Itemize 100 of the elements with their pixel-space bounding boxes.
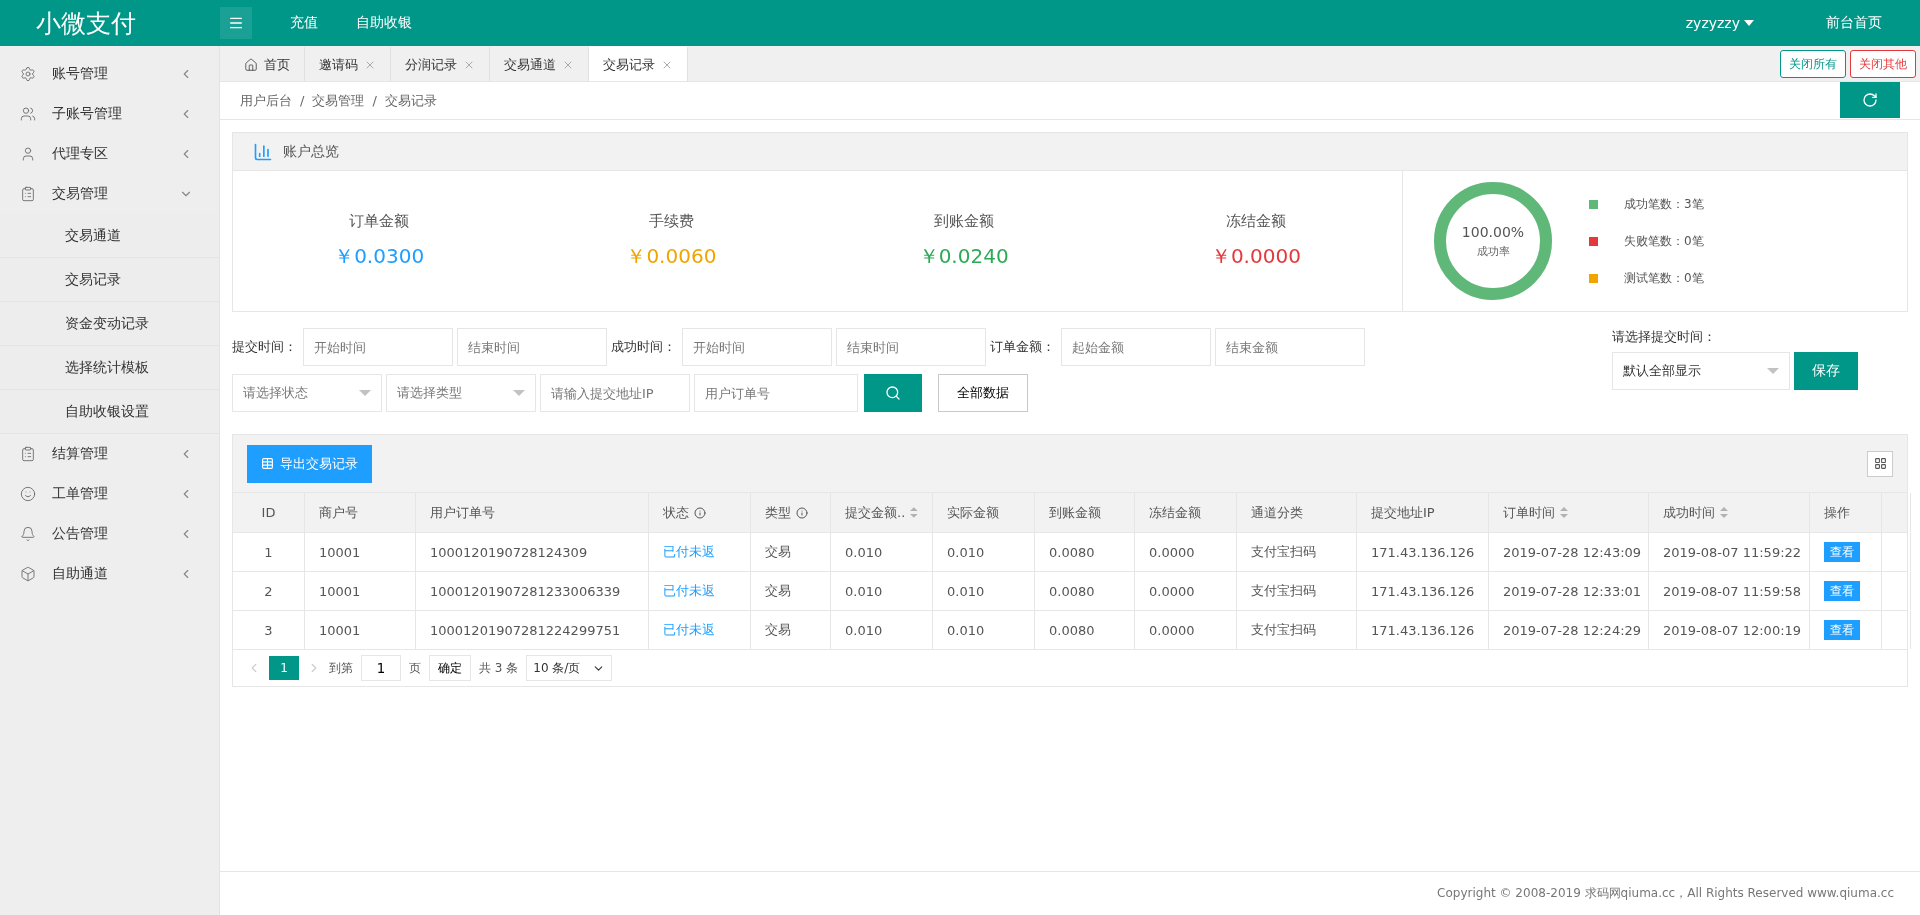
column-header: 提交金额..	[831, 493, 933, 532]
table-cell: 0.0000	[1135, 611, 1237, 649]
table-cell: 0.0000	[1135, 533, 1237, 571]
save-button[interactable]: 保存	[1794, 352, 1858, 390]
tab-label: 分润记录	[405, 55, 457, 74]
table-cell: 2019-08-07 11:59:22	[1649, 533, 1810, 571]
breadcrumb-link[interactable]: 交易管理	[312, 91, 365, 110]
time-select[interactable]: 默认全部显示	[1612, 352, 1790, 390]
table-cell: 171.43.136.126	[1357, 572, 1489, 610]
table-cell: 2019-07-28 12:24:29	[1489, 611, 1649, 649]
tab-label: 交易通道	[504, 55, 556, 74]
stat-value: ￥0.0240	[918, 243, 1009, 270]
sort-icon	[1560, 507, 1568, 518]
column-header: 操作	[1810, 493, 1882, 532]
column-header: 实际金额	[933, 493, 1035, 532]
legend-label: 测试笔数：0笔	[1624, 269, 1704, 287]
table-cell: 支付宝扫码	[1237, 572, 1357, 610]
nav-link[interactable]: 充值	[290, 14, 318, 32]
table-icon	[261, 457, 274, 470]
all-data-button[interactable]: 全部数据	[938, 374, 1028, 412]
breadcrumb-link[interactable]: 交易记录	[384, 91, 437, 110]
sidebar-item[interactable]: 账号管理	[0, 54, 219, 94]
table-cell: 2019-07-28 12:43:09	[1489, 533, 1649, 571]
confirm-button[interactable]: 确定	[429, 655, 471, 681]
column-header: 提交地址IP	[1357, 493, 1489, 532]
tab-label: 首页	[264, 55, 290, 74]
column-header: ID	[233, 493, 305, 532]
breadcrumb-separator: /	[372, 93, 377, 108]
table-cell: 0.010	[933, 611, 1035, 649]
table-cell: 交易	[751, 572, 831, 610]
bell-icon	[20, 526, 36, 542]
tab-label: 交易记录	[603, 55, 655, 74]
sidebar-item[interactable]: 结算管理	[0, 434, 219, 474]
table-cell: 1000120190728124309	[416, 533, 649, 571]
page-input[interactable]: 1	[361, 655, 401, 681]
filter-field[interactable]: 结束金额	[1215, 328, 1365, 366]
table-cell: 2019-07-28 12:33:01	[1489, 572, 1649, 610]
total-count: 共 3 条	[479, 659, 519, 677]
input-field[interactable]: 用户订单号	[694, 374, 858, 412]
goto-label: 到第	[329, 659, 353, 677]
input-field[interactable]: 请输入提交地址IP	[540, 374, 690, 412]
table-cell: 10001201907281224299751	[416, 611, 649, 649]
filter-field[interactable]: 结束时间	[457, 328, 607, 366]
column-header: 商户号	[305, 493, 416, 532]
table-cell: 0.0080	[1035, 533, 1135, 571]
gear-icon	[20, 66, 36, 82]
column-header: 冻结金额	[1135, 493, 1237, 532]
table-cell: 2019-08-07 11:59:58	[1649, 572, 1810, 610]
sidebar-item[interactable]: 子账号管理	[0, 94, 219, 134]
tab-action-button[interactable]: 关闭其他	[1850, 50, 1916, 78]
page-unit: 页	[409, 659, 421, 677]
user-icon	[20, 146, 36, 162]
table-cell: 1	[233, 533, 305, 571]
filter-field[interactable]: 开始时间	[682, 328, 832, 366]
breadcrumb-link[interactable]: 用户后台	[240, 91, 292, 110]
sidebar-item[interactable]: 代理专区	[0, 134, 219, 174]
home-icon	[244, 57, 258, 72]
sidebar-item[interactable]: 公告管理	[0, 514, 219, 554]
home-link[interactable]: 前台首页	[1826, 14, 1882, 32]
table-cell: 171.43.136.126	[1357, 533, 1489, 571]
filter-field[interactable]: 开始时间	[303, 328, 453, 366]
columns-button[interactable]	[1867, 450, 1893, 477]
tab-label: 邀请码	[319, 55, 358, 74]
tab-action-button[interactable]: 关闭所有	[1780, 50, 1846, 78]
filter-label: 请选择提交时间：	[1612, 328, 1717, 346]
panel-title: 账户总览	[283, 142, 339, 161]
table-cell: 0.0080	[1035, 572, 1135, 610]
column-header: 状态	[649, 493, 751, 532]
page-number[interactable]: 1	[269, 656, 299, 680]
table-cell: 10001	[305, 611, 416, 649]
filter-field[interactable]: 起始金额	[1061, 328, 1211, 366]
donut-caption: 成功率	[1476, 243, 1510, 259]
tab[interactable]: 交易记录	[589, 46, 688, 81]
sidebar-item[interactable]: 交易管理	[0, 174, 219, 214]
filter-label: 订单金额：	[990, 338, 1055, 356]
menu-button[interactable]	[220, 7, 252, 39]
info-icon	[694, 506, 706, 519]
stat-label: 到账金额	[933, 212, 994, 231]
user-menu[interactable]: zyzyzzy	[1685, 15, 1754, 31]
search-button[interactable]	[864, 374, 922, 412]
table-cell: 0.010	[831, 572, 933, 610]
select-field[interactable]: 请选择状态	[232, 374, 382, 412]
refresh-icon	[1862, 92, 1878, 108]
refresh-button[interactable]	[1840, 82, 1900, 118]
stat-value: ￥0.0000	[1210, 243, 1301, 270]
column-header: 到账金额	[1035, 493, 1135, 532]
sidebar-item[interactable]: 自助通道	[0, 554, 219, 594]
sidebar-item[interactable]: 工单管理	[0, 474, 219, 514]
stat-label: 订单金额	[349, 212, 410, 231]
table-cell: 0.010	[831, 611, 933, 649]
legend-label: 成功笔数：3笔	[1624, 195, 1704, 213]
filter-field[interactable]: 结束时间	[836, 328, 986, 366]
search-icon	[885, 385, 901, 401]
sort-icon	[1720, 507, 1728, 518]
nav-link[interactable]: 自助收银	[356, 14, 412, 32]
table-cell: 2019-08-07 12:00:19	[1649, 611, 1810, 649]
clipboard-icon	[20, 186, 36, 202]
page-size-select[interactable]: 10 条/页	[526, 655, 613, 681]
select-field[interactable]: 请选择类型	[386, 374, 536, 412]
table-cell: 10001	[305, 533, 416, 571]
